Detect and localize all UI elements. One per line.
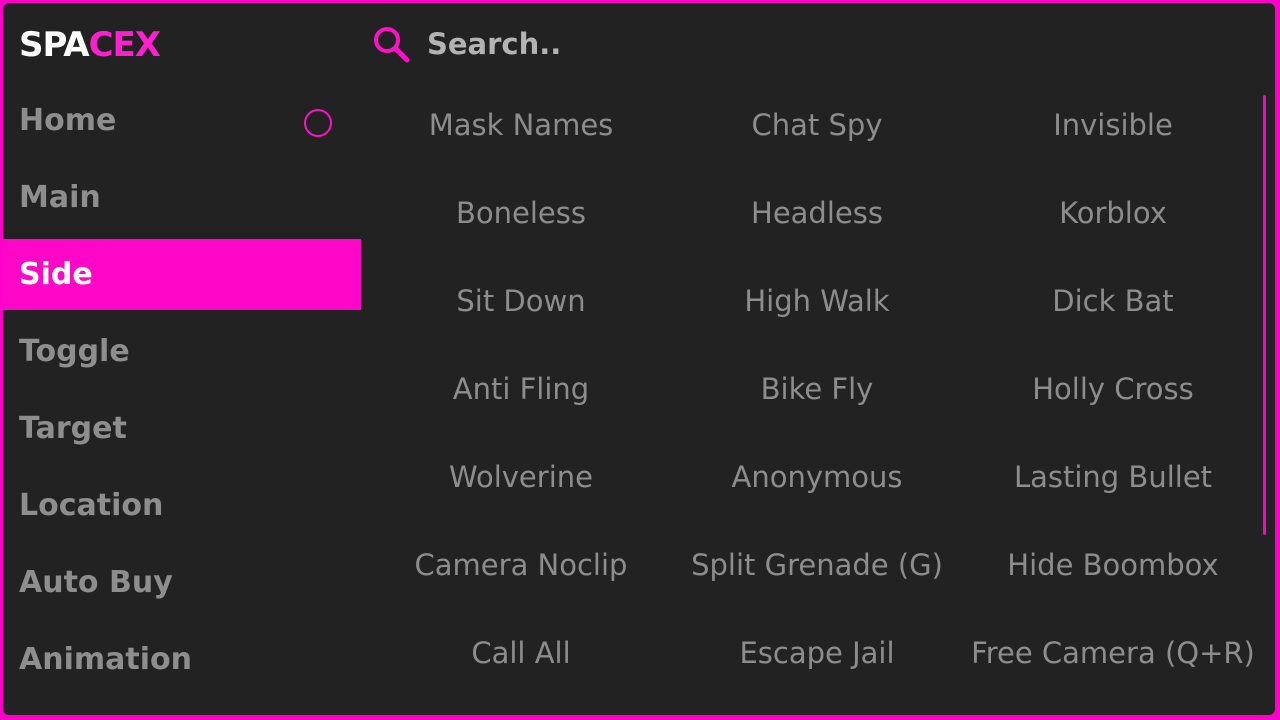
option-dick-bat[interactable]: Dick Bat — [965, 257, 1261, 345]
option-chat-spy[interactable]: Chat Spy — [669, 81, 965, 169]
option-mask-names[interactable]: Mask Names — [373, 81, 669, 169]
sidebar: Home Main Side Toggle Target Location Au… — [3, 85, 361, 701]
options-grid: Mask Names Chat Spy Invisible Boneless H… — [373, 81, 1261, 697]
option-boneless[interactable]: Boneless — [373, 169, 669, 257]
option-split-grenade[interactable]: Split Grenade (G) — [669, 521, 965, 609]
sidebar-item-label: Target — [19, 411, 127, 446]
sidebar-item-auto-buy[interactable]: Auto Buy — [3, 547, 361, 618]
sidebar-item-side[interactable]: Side — [3, 239, 361, 310]
option-anti-fling[interactable]: Anti Fling — [373, 345, 669, 433]
app-logo: SPACEX — [19, 25, 161, 65]
option-lasting-bullet[interactable]: Lasting Bullet — [965, 433, 1261, 521]
logo-part-pink: CEX — [88, 25, 161, 65]
main-window: SPACEX Home Main Side Toggle Target Loca… — [3, 3, 1275, 715]
option-holly-cross[interactable]: Holly Cross — [965, 345, 1261, 433]
sidebar-item-label: Location — [19, 488, 164, 523]
sidebar-item-toggle[interactable]: Toggle — [3, 316, 361, 387]
radio-toggle-indicator[interactable] — [304, 109, 332, 137]
sidebar-item-animation[interactable]: Animation — [3, 624, 361, 695]
option-invisible[interactable]: Invisible — [965, 81, 1261, 169]
search-bar — [371, 23, 827, 65]
option-escape-jail[interactable]: Escape Jail — [669, 609, 965, 697]
search-input[interactable] — [427, 27, 827, 61]
option-bike-fly[interactable]: Bike Fly — [669, 345, 965, 433]
sidebar-item-label: Side — [19, 257, 93, 292]
sidebar-item-label: Toggle — [19, 334, 130, 369]
option-sit-down[interactable]: Sit Down — [373, 257, 669, 345]
option-hide-boombox[interactable]: Hide Boombox — [965, 521, 1261, 609]
option-headless[interactable]: Headless — [669, 169, 965, 257]
sidebar-item-location[interactable]: Location — [3, 470, 361, 541]
sidebar-item-target[interactable]: Target — [3, 393, 361, 464]
option-high-walk[interactable]: High Walk — [669, 257, 965, 345]
sidebar-item-label: Main — [19, 180, 101, 215]
sidebar-item-label: Auto Buy — [19, 565, 173, 600]
option-free-camera[interactable]: Free Camera (Q+R) — [965, 609, 1261, 697]
scrollbar[interactable] — [1263, 95, 1266, 535]
option-wolverine[interactable]: Wolverine — [373, 433, 669, 521]
sidebar-item-main[interactable]: Main — [3, 162, 361, 233]
search-icon[interactable] — [371, 24, 411, 64]
option-korblox[interactable]: Korblox — [965, 169, 1261, 257]
sidebar-item-label: Home — [19, 103, 117, 138]
sidebar-item-label: Animation — [19, 642, 192, 677]
option-call-all[interactable]: Call All — [373, 609, 669, 697]
option-camera-noclip[interactable]: Camera Noclip — [373, 521, 669, 609]
logo-part-white: SPA — [19, 25, 90, 65]
option-anonymous[interactable]: Anonymous — [669, 433, 965, 521]
